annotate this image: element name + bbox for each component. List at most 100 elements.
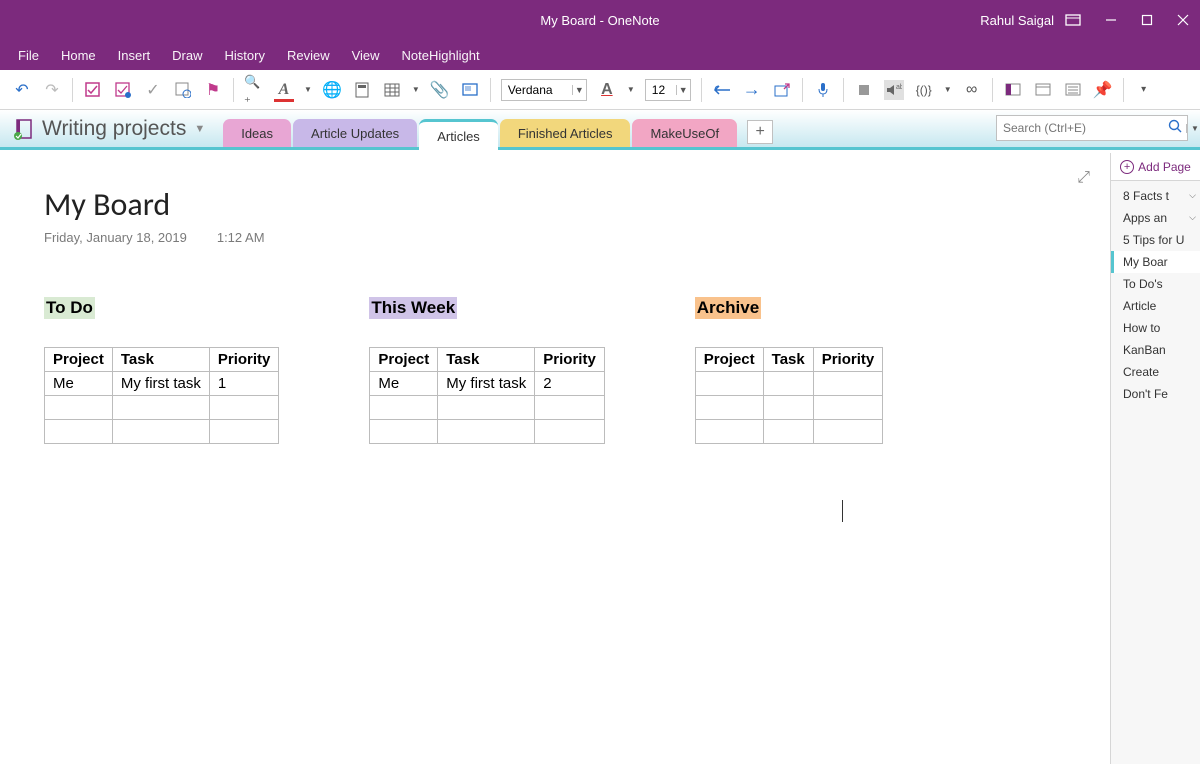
dictate-icon[interactable] (813, 80, 833, 100)
table-header[interactable]: Task (112, 348, 209, 372)
page-list-item[interactable]: 5 Tips for U (1111, 229, 1200, 251)
table-header[interactable]: Priority (535, 348, 605, 372)
page-list-item[interactable]: To Do's (1111, 273, 1200, 295)
font-color-icon[interactable]: A (274, 80, 294, 100)
table-cell[interactable] (695, 396, 763, 420)
table-cell[interactable] (695, 372, 763, 396)
table-row[interactable] (370, 420, 604, 444)
font-size-input[interactable] (646, 83, 676, 97)
search-input[interactable] (997, 121, 1164, 135)
table-cell[interactable] (209, 396, 279, 420)
task-table[interactable]: ProjectTaskPriority (695, 347, 883, 444)
page-canvas[interactable]: ⤢ My Board Friday, January 18, 2019 1:12… (0, 153, 1110, 764)
column-heading[interactable]: To Do (44, 297, 95, 319)
back-icon[interactable] (712, 80, 732, 100)
menu-home[interactable]: Home (61, 48, 96, 63)
full-page-icon[interactable] (1063, 80, 1083, 100)
page-list-item[interactable]: 8 Facts t⌵ (1111, 185, 1200, 207)
table-row[interactable] (695, 420, 882, 444)
table-cell[interactable] (763, 396, 813, 420)
table-row[interactable] (370, 396, 604, 420)
font-size-selector[interactable]: ▼ (645, 79, 691, 101)
pin-icon[interactable]: 📌 (1093, 80, 1113, 100)
table-header[interactable]: Project (370, 348, 438, 372)
table-dropdown[interactable]: ▼ (412, 85, 420, 94)
minimize-icon[interactable] (1102, 11, 1120, 29)
column-heading[interactable]: This Week (369, 297, 457, 319)
table-cell[interactable] (209, 420, 279, 444)
font-color-underline-icon[interactable]: A (597, 80, 617, 100)
find-tags-icon[interactable] (173, 80, 193, 100)
maximize-icon[interactable] (1138, 11, 1156, 29)
table-cell[interactable]: 1 (209, 372, 279, 396)
ribbon-display-icon[interactable] (1064, 11, 1082, 29)
new-window-icon[interactable] (772, 80, 792, 100)
task-table[interactable]: ProjectTaskPriorityMeMy first task2 (369, 347, 604, 444)
table-header[interactable]: Priority (209, 348, 279, 372)
table-cell[interactable] (763, 420, 813, 444)
page-list-item[interactable]: My Boar (1111, 251, 1200, 273)
add-section-button[interactable]: + (747, 120, 773, 144)
menu-file[interactable]: File (18, 48, 39, 63)
undo-icon[interactable]: ↶ (12, 80, 32, 100)
task-table[interactable]: ProjectTaskPriorityMeMy first task1 (44, 347, 279, 444)
code-dropdown[interactable]: ▼ (944, 85, 952, 94)
table-cell[interactable]: Me (45, 372, 113, 396)
section-tab[interactable]: Articles (419, 119, 498, 150)
table-cell[interactable] (535, 396, 605, 420)
font-name-input[interactable] (502, 83, 572, 97)
page-list-item[interactable]: Create (1111, 361, 1200, 383)
stop-icon[interactable] (854, 80, 874, 100)
dock-left-icon[interactable] (1003, 80, 1023, 100)
table-cell[interactable] (813, 396, 883, 420)
screen-clip-icon[interactable] (460, 80, 480, 100)
chevron-down-icon[interactable]: ▼ (676, 85, 690, 95)
calculator-icon[interactable] (352, 80, 372, 100)
section-tab[interactable]: MakeUseOf (632, 119, 737, 147)
menu-view[interactable]: View (352, 48, 380, 63)
chevron-down-icon[interactable]: ▼ (572, 85, 586, 95)
table-row[interactable] (45, 420, 279, 444)
font-name-selector[interactable]: ▼ (501, 79, 587, 101)
close-icon[interactable] (1174, 11, 1192, 29)
table-row[interactable]: MeMy first task1 (45, 372, 279, 396)
normal-view-icon[interactable] (1033, 80, 1053, 100)
table-cell[interactable] (813, 372, 883, 396)
table-row[interactable] (695, 372, 882, 396)
more-commands-icon[interactable]: ▾ (1134, 80, 1154, 100)
page-list-item[interactable]: Article (1111, 295, 1200, 317)
menu-review[interactable]: Review (287, 48, 330, 63)
table-cell[interactable] (763, 372, 813, 396)
read-aloud-icon[interactable]: ab (884, 80, 904, 100)
menu-history[interactable]: History (225, 48, 265, 63)
table-cell[interactable] (45, 396, 113, 420)
table-cell[interactable]: My first task (438, 372, 535, 396)
search-icon[interactable] (1164, 119, 1186, 138)
notebook-selector[interactable]: Writing projects ▼ (0, 117, 223, 147)
table-row[interactable]: MeMy first task2 (370, 372, 604, 396)
menu-notehighlight[interactable]: NoteHighlight (402, 48, 480, 63)
table-cell[interactable] (370, 420, 438, 444)
menu-insert[interactable]: Insert (118, 48, 151, 63)
web-icon[interactable]: 🌐 (322, 80, 342, 100)
page-title[interactable]: My Board (44, 185, 1066, 224)
redo-icon[interactable]: ↷ (42, 80, 62, 100)
section-tab[interactable]: Ideas (223, 119, 291, 147)
table-cell[interactable] (438, 420, 535, 444)
table-cell[interactable] (370, 396, 438, 420)
table-header[interactable]: Project (45, 348, 113, 372)
code-format-icon[interactable]: {()} (914, 80, 934, 100)
table-cell[interactable]: My first task (112, 372, 209, 396)
user-name[interactable]: Rahul Saigal (980, 13, 1054, 28)
section-tab[interactable]: Article Updates (293, 119, 417, 147)
table-cell[interactable] (813, 420, 883, 444)
table-header[interactable]: Project (695, 348, 763, 372)
table-cell[interactable] (112, 420, 209, 444)
section-tab[interactable]: Finished Articles (500, 119, 631, 147)
search-box[interactable]: ▼ (996, 115, 1188, 141)
page-list-item[interactable]: Don't Fe (1111, 383, 1200, 405)
table-cell[interactable] (45, 420, 113, 444)
font-color-dropdown[interactable]: ▼ (304, 85, 312, 94)
outlook-task-icon[interactable]: ⚑ (203, 80, 223, 100)
infinity-icon[interactable]: ∞ (962, 80, 982, 100)
